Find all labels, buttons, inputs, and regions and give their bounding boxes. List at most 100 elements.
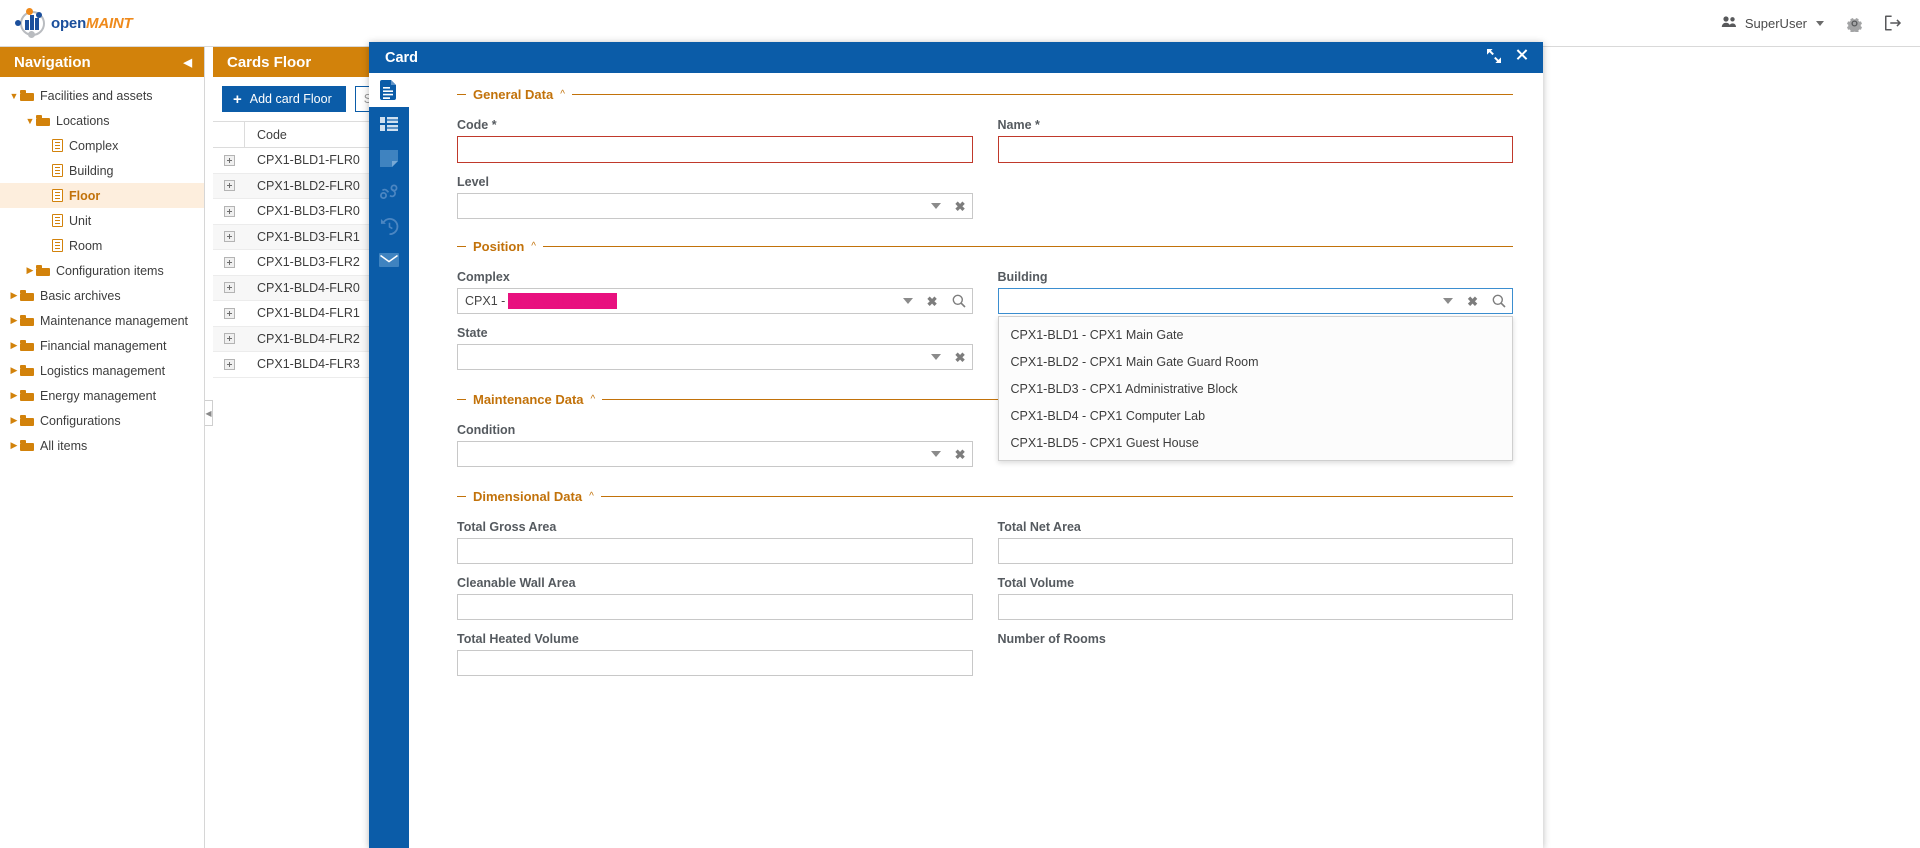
- chevron-down-icon[interactable]: [902, 298, 913, 304]
- sidebar-item-financial-management[interactable]: ▶ Financial management: [0, 333, 204, 358]
- expand-row-icon[interactable]: [223, 256, 235, 268]
- chevron-up-icon[interactable]: ^: [589, 491, 594, 502]
- building-option[interactable]: CPX1-BLD5 - CPX1 Guest House: [999, 429, 1513, 456]
- clear-icon[interactable]: ✖: [927, 295, 938, 308]
- sidebar-item-label: Financial management: [40, 338, 167, 353]
- total-volume-input[interactable]: [997, 594, 1513, 620]
- row-expander-cell: [213, 154, 245, 166]
- chevron-right-icon[interactable]: ▶: [8, 415, 20, 426]
- expand-row-icon[interactable]: [223, 307, 235, 319]
- building-label: Building: [997, 270, 1048, 284]
- clear-icon[interactable]: ✖: [955, 351, 966, 364]
- state-label: State: [457, 326, 488, 340]
- card-details-icon[interactable]: [369, 73, 409, 107]
- total-gross-area-input[interactable]: [457, 538, 973, 564]
- sidebar-item-label: Configuration items: [56, 263, 164, 278]
- chevron-down-icon[interactable]: ▼: [24, 116, 36, 126]
- expand-row-icon[interactable]: [223, 231, 235, 243]
- sidebar-item-unit[interactable]: Unit: [0, 208, 204, 233]
- row-expander-cell: [213, 358, 245, 370]
- state-input[interactable]: [457, 344, 973, 370]
- row-expander-cell: [213, 282, 245, 294]
- expand-icon[interactable]: [1487, 49, 1501, 66]
- notes-icon[interactable]: [369, 141, 409, 175]
- email-icon[interactable]: [369, 243, 409, 277]
- expand-row-icon[interactable]: [223, 333, 235, 345]
- panel-resize-handle[interactable]: ◀: [205, 400, 213, 426]
- condition-input[interactable]: [457, 441, 973, 467]
- expand-row-icon[interactable]: [223, 180, 235, 192]
- sidebar-item-configurations[interactable]: ▶ Configurations: [0, 408, 204, 433]
- folder-icon: [20, 340, 34, 351]
- sidebar-item-basic-archives[interactable]: ▶ Basic archives: [0, 283, 204, 308]
- sidebar-item-label: Complex: [69, 138, 119, 153]
- folder-icon: [20, 365, 34, 376]
- chevron-right-icon[interactable]: ▶: [8, 440, 20, 451]
- sidebar-item-all-items[interactable]: ▶ All items: [0, 433, 204, 458]
- position-row-1: Complex CPX1 - REDACTEDNAME ✖ Building ✖…: [457, 258, 1513, 461]
- building-option[interactable]: CPX1-BLD2 - CPX1 Main Gate Guard Room: [999, 348, 1513, 375]
- chevron-down-icon[interactable]: ▼: [8, 91, 20, 101]
- chevron-down-icon[interactable]: [930, 203, 941, 209]
- sidebar-item-label: Basic archives: [40, 288, 121, 303]
- chevron-right-icon[interactable]: ▶: [8, 315, 20, 326]
- name-input[interactable]: [997, 136, 1513, 163]
- code-input[interactable]: [457, 136, 973, 163]
- sidebar-item-building[interactable]: Building: [0, 158, 204, 183]
- chevron-right-icon[interactable]: ▶: [8, 340, 20, 351]
- building-option[interactable]: CPX1-BLD4 - CPX1 Computer Lab: [999, 402, 1513, 429]
- gear-icon[interactable]: [1846, 15, 1863, 32]
- details-list-icon[interactable]: [369, 107, 409, 141]
- level-combo[interactable]: ✖: [457, 193, 973, 219]
- sidebar-item-energy-management[interactable]: ▶ Energy management: [0, 383, 204, 408]
- code-cell: CPX1-BLD4-FLR1: [257, 306, 360, 321]
- sidebar-item-complex[interactable]: Complex: [0, 133, 204, 158]
- clear-icon[interactable]: ✖: [1467, 295, 1478, 308]
- history-icon[interactable]: [369, 209, 409, 243]
- expand-row-icon[interactable]: [223, 205, 235, 217]
- state-combo[interactable]: ✖: [457, 344, 973, 370]
- building-option[interactable]: CPX1-BLD1 - CPX1 Main Gate: [999, 321, 1513, 348]
- chevron-down-icon[interactable]: [1443, 298, 1454, 304]
- chevron-right-icon[interactable]: ▶: [8, 290, 20, 301]
- clear-icon[interactable]: ✖: [955, 200, 966, 213]
- chevron-down-icon[interactable]: [930, 451, 941, 457]
- sidebar-item-locations[interactable]: ▼ Locations: [0, 108, 204, 133]
- chevron-right-icon[interactable]: ▶: [8, 390, 20, 401]
- add-card-floor-button[interactable]: + Add card Floor: [222, 86, 346, 112]
- chevron-down-icon[interactable]: [930, 354, 941, 360]
- sidebar-item-floor[interactable]: Floor: [0, 183, 204, 208]
- close-icon[interactable]: [1515, 49, 1529, 66]
- cleanable-wall-area-input[interactable]: [457, 594, 973, 620]
- sidebar-item-logistics-management[interactable]: ▶ Logistics management: [0, 358, 204, 383]
- complex-combo[interactable]: CPX1 - REDACTEDNAME ✖: [457, 288, 973, 314]
- condition-combo[interactable]: ✖: [457, 441, 973, 467]
- level-input[interactable]: [457, 193, 973, 219]
- chevron-up-icon[interactable]: ^: [591, 394, 596, 405]
- chevron-right-icon[interactable]: ▶: [24, 265, 36, 276]
- chevron-up-icon[interactable]: ^: [531, 241, 536, 252]
- sidebar-item-facilities-and-assets[interactable]: ▼ Facilities and assets: [0, 83, 204, 108]
- clear-icon[interactable]: ✖: [955, 448, 966, 461]
- sidebar-item-maintenance-management[interactable]: ▶ Maintenance management: [0, 308, 204, 333]
- chevron-up-icon[interactable]: ^: [560, 89, 565, 100]
- relations-icon[interactable]: [369, 175, 409, 209]
- building-option[interactable]: CPX1-BLD3 - CPX1 Administrative Block: [999, 375, 1513, 402]
- chevron-right-icon[interactable]: ▶: [8, 365, 20, 376]
- total-heated-volume-input[interactable]: [457, 650, 973, 676]
- search-icon[interactable]: [952, 294, 966, 308]
- building-input[interactable]: [997, 288, 1513, 314]
- collapse-left-icon[interactable]: ◀: [184, 56, 192, 69]
- user-menu[interactable]: SuperUser: [1721, 15, 1824, 31]
- sidebar-item-room[interactable]: Room: [0, 233, 204, 258]
- sidebar-item-label: Maintenance management: [40, 313, 189, 328]
- building-combo[interactable]: ✖: [997, 288, 1513, 314]
- total-net-area-input[interactable]: [997, 538, 1513, 564]
- expand-row-icon[interactable]: [223, 154, 235, 166]
- expand-row-icon[interactable]: [223, 358, 235, 370]
- sidebar-item-configuration-items[interactable]: ▶ Configuration items: [0, 258, 204, 283]
- search-icon[interactable]: [1492, 294, 1506, 308]
- logout-icon[interactable]: [1885, 15, 1902, 31]
- app-logo[interactable]: openMAINT: [0, 7, 133, 39]
- expand-row-icon[interactable]: [223, 282, 235, 294]
